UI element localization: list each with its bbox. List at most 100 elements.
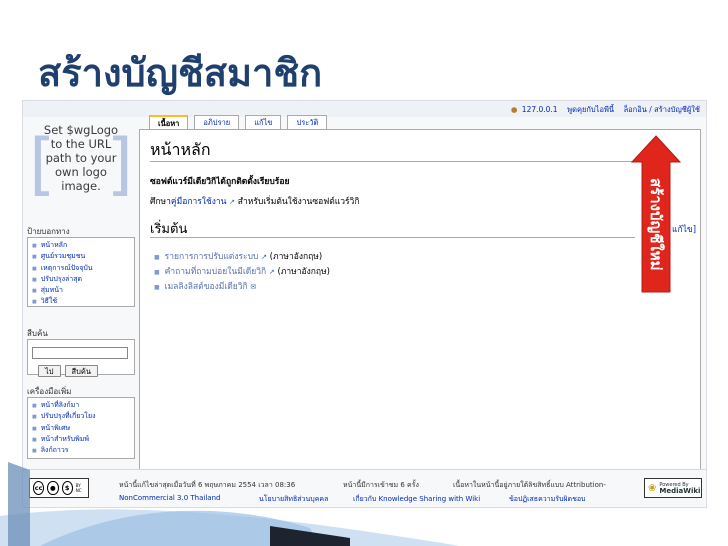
section-divider	[150, 237, 635, 238]
ip-link[interactable]: 127.0.0.1	[522, 105, 558, 114]
tab-edit[interactable]: แก้ไข	[245, 115, 282, 129]
install-message: ซอฟต์แวร์มีเดียวิกิได้ถูกติดตั้งเรียบร้อ…	[150, 177, 290, 187]
user-guide-link[interactable]: คู่มือการใช้งาน	[171, 197, 227, 207]
mail-icon: ✉	[250, 283, 257, 291]
cc-license-badge[interactable]: cc ● $ BY NC	[29, 478, 89, 498]
guide-line: ศึกษาคู่มือการใช้งาน ↗ สำหรับเริ่มต้นใช้…	[150, 194, 359, 208]
page-title: หน้าหลัก	[150, 140, 211, 159]
navigation-box: ■ หน้าหลัก ■ ศูนย์รวมชุมชน ■ เหตุการณ์ปัจจุ…	[27, 237, 135, 307]
mailing-list-link[interactable]: เมลลิงลิสต์ของมีเดียวิกิ	[165, 282, 248, 292]
list-note: (ภาษาอังกฤษ)	[277, 267, 330, 277]
logo-line: own logo	[55, 165, 107, 179]
list-note: (ภาษาอังกฤษ)	[269, 252, 323, 262]
license-link[interactable]: NonCommercial 3.0 Thailand	[119, 494, 220, 502]
bullet-icon: ■	[32, 288, 37, 295]
top-bar: ● 127.0.0.1 พูดคุยกับไอพีนี้ ล็อกอิน / ส…	[23, 101, 706, 117]
logo-line: Set $wgLogo	[43, 123, 119, 137]
license-text: เนื้อหาในหน้านี้อยู่ภายใต้ลิขสิทธิ์แบบ A…	[453, 481, 606, 489]
toolbox-item-permanent-link[interactable]: ■ ลิงก์ถาวร	[32, 445, 130, 456]
toolbox-item-printable[interactable]: ■ หน้าสำหรับพิมพ์	[32, 434, 130, 445]
wave-shape	[40, 510, 320, 546]
list-item: ■ คำถามที่ถามบ่อยในมีเดียวิกิ ↗ (ภาษาอังก…	[154, 265, 330, 280]
mediawiki-badge[interactable]: ❀ Powered By MediaWiki	[644, 478, 702, 498]
tab-history[interactable]: ประวัติ	[287, 115, 328, 129]
go-button[interactable]: ไป	[38, 365, 61, 377]
bullet-icon: ■	[32, 414, 37, 421]
logo-line: to the URL	[50, 137, 112, 151]
config-settings-link[interactable]: รายการการปรับแต่งระบบ	[165, 252, 259, 262]
sidebar-item-community[interactable]: ■ ศูนย์รวมชุมชน	[32, 251, 130, 262]
bullet-icon: ■	[154, 284, 160, 291]
toolbox-item-label: ปรับปรุงที่เกี่ยวโยง	[40, 412, 96, 421]
logo[interactable]: [ ] Set $wgLogo to the URL path to your …	[27, 121, 135, 215]
personal-tools: ● 127.0.0.1 พูดคุยกับไอพีนี้ ล็อกอิน / ส…	[511, 104, 700, 116]
guide-prefix: ศึกษา	[150, 197, 171, 207]
talk-link[interactable]: พูดคุยกับไอพีนี้	[567, 105, 614, 114]
toolbox-item-related-changes[interactable]: ■ ปรับปรุงที่เกี่ยวโยง	[32, 411, 130, 422]
sidebar-item-help[interactable]: ■ วิธีใช้	[32, 296, 130, 307]
sidebar-item-label: ศูนย์รวมชุมชน	[40, 252, 86, 261]
external-link-icon: ↗	[261, 253, 267, 261]
sidebar-item-label: ปรับปรุงล่าสุด	[40, 274, 83, 283]
sidebar-item-label: สุ่มหน้า	[40, 286, 63, 295]
about-link[interactable]: เกี่ยวกับ Knowledge Sharing with Wiki	[353, 494, 480, 505]
mediawiki-label: Powered By MediaWiki	[659, 482, 700, 495]
toolbox-list: ■ หน้าที่ลิงก์มา ■ ปรับปรุงที่เกี่ยวโยง ■ ห…	[32, 400, 130, 456]
list-item: ■ เมลลิงลิสต์ของมีเดียวิกิ ✉	[154, 280, 330, 295]
mediawiki-logo-icon: ❀	[648, 482, 657, 494]
search-button[interactable]: สืบค้น	[64, 365, 99, 377]
sidebar-item-main-page[interactable]: ■ หน้าหลัก	[32, 240, 130, 251]
bullet-icon: ■	[32, 425, 37, 432]
slide-title: สร้างบัญชีสมาชิก	[38, 51, 323, 95]
bullet-icon: ■	[32, 276, 37, 283]
toolbox-item-special-pages[interactable]: ■ หน้าพิเศษ	[32, 423, 130, 434]
login-link[interactable]: ล็อกอิน / สร้างบัญชีผู้ใช้	[624, 105, 700, 114]
bullet-icon: ■	[32, 299, 37, 306]
list-item: ■ รายการการปรับแต่งระบบ ↗ (ภาษาอังกฤษ)	[154, 250, 330, 265]
nc-icon: $	[61, 481, 73, 495]
sidebar-item-label: หน้าหลัก	[40, 241, 68, 249]
last-modified: หน้านี้แก้ไขล่าสุดเมื่อวันที่ 6 พฤษภาคม …	[119, 481, 296, 489]
toolbox-item-what-links-here[interactable]: ■ หน้าที่ลิงก์มา	[32, 400, 130, 411]
tab-discussion[interactable]: อภิปราย	[194, 115, 240, 129]
cc-sub-label: BY NC	[75, 483, 82, 493]
search-box: ไป สืบค้น	[27, 339, 135, 377]
footer: cc ● $ BY NC หน้านี้แก้ไขล่าสุดเมื่อวันท…	[23, 469, 706, 507]
tab-content[interactable]: เนื้อหา	[149, 115, 189, 129]
external-link-icon: ↗	[268, 268, 275, 276]
privacy-link[interactable]: นโยบายสิทธิส่วนบุคคล	[259, 494, 328, 505]
search-buttons: ไป สืบค้น	[32, 365, 130, 377]
toolbox-item-label: ลิงก์ถาวร	[40, 446, 69, 455]
toolbox-item-label: หน้าสำหรับพิมพ์	[40, 434, 89, 443]
logo-text: Set $wgLogo to the URL path to your own …	[27, 121, 135, 193]
bullet-icon: ■	[154, 269, 160, 276]
start-list: ■ รายการการปรับแต่งระบบ ↗ (ภาษาอังกฤษ) ■ ค…	[154, 250, 330, 295]
section-heading: เริ่มต้น	[150, 222, 188, 237]
navigation-list: ■ หน้าหลัก ■ ศูนย์รวมชุมชน ■ เหตุการณ์ปัจจุ…	[32, 240, 130, 308]
search-input[interactable]	[32, 346, 128, 359]
bullet-icon: ■	[32, 403, 37, 409]
content-area: หน้าหลัก ซอฟต์แวร์มีเดียวิกิได้ถูกติดตั้…	[139, 129, 701, 477]
logo-line: image.	[61, 179, 101, 193]
sidebar-item-recent-changes[interactable]: ■ ปรับปรุงล่าสุด	[32, 274, 130, 285]
faq-link[interactable]: คำถามที่ถามบ่อยในมีเดียวิกิ	[165, 267, 266, 277]
sidebar-item-random-page[interactable]: ■ สุ่มหน้า	[32, 285, 130, 296]
wiki-screenshot: ● 127.0.0.1 พูดคุยกับไอพีนี้ ล็อกอิน / ส…	[22, 100, 707, 508]
sidebar-item-label: เหตุการณ์ปัจจุบัน	[40, 263, 93, 272]
mw-name-text: MediaWiki	[659, 486, 701, 495]
cc-icon: cc	[33, 481, 45, 495]
heading-divider	[150, 161, 635, 162]
disclaimer-link[interactable]: ข้อปฏิเสธความรับผิดชอบ	[509, 494, 585, 505]
bullet-icon: ■	[32, 448, 37, 455]
bullet-icon: ■	[32, 436, 37, 443]
bullet-icon: ■	[154, 254, 160, 261]
user-icon: ●	[510, 105, 518, 114]
external-link-icon: ↗	[229, 198, 236, 206]
sidebar-item-current-events[interactable]: ■ เหตุการณ์ปัจจุบัน	[32, 263, 130, 274]
guide-suffix: สำหรับเริ่มต้นใช้งานซอฟต์แวร์วิกิ	[237, 197, 360, 207]
page-tabs: เนื้อหา อภิปราย แก้ไข ประวัติ	[149, 115, 328, 129]
bullet-icon: ■	[32, 243, 37, 249]
toolbox-item-label: หน้าพิเศษ	[40, 423, 71, 432]
toolbox-box: ■ หน้าที่ลิงก์มา ■ ปรับปรุงที่เกี่ยวโยง ■ ห…	[27, 397, 135, 459]
wave-shape	[0, 509, 460, 546]
